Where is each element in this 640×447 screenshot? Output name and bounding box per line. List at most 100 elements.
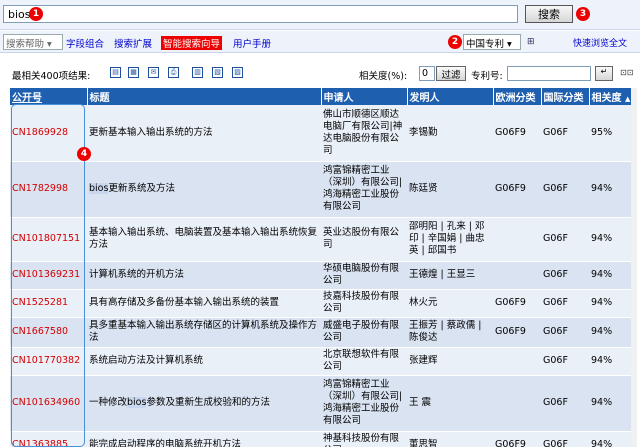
pubno-link[interactable]: CN1667580 (10, 317, 87, 347)
table-row: CN101369231 计算机系统的开机方法 华硕电脑股份有限公司 王德煌 | … (10, 261, 637, 289)
inventor-cell: 董思智 (407, 431, 493, 447)
sort-desc-icon: ▲ (625, 95, 630, 103)
col-header-pubno[interactable]: 公开号 (10, 88, 87, 105)
ipc-cell: G06F (541, 317, 589, 347)
table-row: CN1667580 具多重基本输入输出系统存储区的计算机系统及操作方法 威盛电子… (10, 317, 637, 347)
callout-badge-2: 2 (448, 35, 462, 49)
pubno-link[interactable]: CN1525281 (10, 289, 87, 317)
inventor-cell: 陈廷贤 (407, 161, 493, 217)
title-cell: bios更新系统及方法 (87, 161, 321, 217)
inventor-cell: 王 震 (407, 375, 493, 431)
view-detail-icon[interactable]: ▦ (128, 67, 139, 78)
go-icon[interactable]: ↵ (595, 66, 613, 81)
patent-no-label: 专利号: (471, 68, 503, 82)
result-count: 最相关400项结果: (12, 68, 90, 82)
print-icon[interactable]: ⎙ (168, 67, 179, 78)
pubno-link[interactable]: CN1869928 (10, 105, 87, 161)
ecla-cell: G06F9 (493, 317, 541, 347)
relevance-cell: 94% (589, 347, 637, 375)
table-header-row: 公开号 标题 申请人 发明人 欧洲分类 国际分类 相关度 ▲ (10, 88, 637, 105)
table-row: CN101770382 系统启动方法及计算机系统 北京联想软件有限公司 张建辉 … (10, 347, 637, 375)
link-search-extension[interactable]: 搜索扩展 (114, 36, 152, 50)
relevance-cell: 94% (589, 317, 637, 347)
link-user-manual[interactable]: 用户手册 (233, 36, 271, 50)
toolbar: 搜索帮助 ▾ 字段组合 搜索扩展 智能搜索向导 用户手册 2 中国专利 ▾ ⊞ … (0, 31, 640, 53)
callout-badge-3: 3 (576, 7, 590, 21)
email-icon[interactable]: ✉ (148, 67, 159, 78)
search-help-select[interactable]: 搜索帮助 ▾ (3, 34, 63, 50)
relevance-label: 相关度(%): (359, 68, 407, 82)
ecla-cell: G06F9 (493, 431, 541, 447)
export-icon[interactable]: ▨ (232, 67, 243, 78)
search-button[interactable]: 搜索 (525, 5, 573, 23)
title-cell: 能完成启动程序的电脑系统开机方法 (87, 431, 321, 447)
applicant-cell: 威盛电子股份有限公司 (321, 317, 407, 347)
link-field-combination[interactable]: 字段组合 (66, 36, 104, 50)
ecla-cell (493, 375, 541, 431)
ipc-cell: G06F (541, 289, 589, 317)
patent-no-input[interactable] (507, 66, 591, 81)
applicant-cell: 鸿富锦精密工业（深圳）有限公司|鸿海精密工业股份有限公司 (321, 161, 407, 217)
ipc-cell: G06F (541, 161, 589, 217)
expand-icon[interactable]: ⊡⊡ (620, 68, 633, 77)
link-smart-search-wizard[interactable]: 智能搜索向导 (161, 36, 222, 50)
col-header-applicant[interactable]: 申请人 (321, 88, 407, 105)
table-row: CN1869928 更新基本输入输出系统的方法 佛山市顺德区顺达电脑厂有限公司|… (10, 105, 637, 161)
pubno-link[interactable]: CN1782998 (10, 161, 87, 217)
col-header-inventor[interactable]: 发明人 (407, 88, 493, 105)
ipc-cell: G06F (541, 431, 589, 447)
title-cell: 具有高存储及多备份基本输入输出系统的装置 (87, 289, 321, 317)
pubno-link[interactable]: CN101369231 (10, 261, 87, 289)
highlight-term: bios (127, 397, 146, 408)
callout-badge-1: 1 (29, 7, 43, 21)
pubno-link[interactable]: CN101807151 (10, 217, 87, 261)
title-cell: 更新基本输入输出系统的方法 (87, 105, 321, 161)
applicant-cell: 神基科技股份有限公司 (321, 431, 407, 447)
table-row: CN1525281 具有高存储及多备份基本输入输出系统的装置 技嘉科技股份有限公… (10, 289, 637, 317)
search-bar: 1 搜索 3 (0, 0, 640, 30)
ecla-cell (493, 217, 541, 261)
settings-icon[interactable]: ⊞ (527, 37, 535, 47)
applicant-cell: 鸿富锦精密工业（深圳）有限公司|鸿海精密工业股份有限公司 (321, 375, 407, 431)
relevance-cell: 94% (589, 217, 637, 261)
col-header-relevance[interactable]: 相关度 ▲ (589, 88, 637, 105)
pubno-link[interactable]: CN101634960 (10, 375, 87, 431)
relevance-cell: 94% (589, 375, 637, 431)
ecla-cell: G06F9 (493, 105, 541, 161)
title-cell: 一种修改bios参数及重新生成校验和的方法 (87, 375, 321, 431)
callout-badge-4: 4 (77, 147, 91, 161)
applicant-cell: 佛山市顺德区顺达电脑厂有限公司|神达电脑股份有限公司 (321, 105, 407, 161)
bar-chart-icon[interactable]: ▥ (192, 67, 203, 78)
filter-button[interactable]: 过滤 (436, 66, 466, 81)
title-cell: 基本输入输出系统、电脑装置及基本输入输出系统恢复方法 (87, 217, 321, 261)
ipc-cell: G06F (541, 105, 589, 161)
applicant-cell: 北京联想软件有限公司 (321, 347, 407, 375)
inventor-cell: 林火元 (407, 289, 493, 317)
col-header-ipc[interactable]: 国际分类 (541, 88, 589, 105)
search-input[interactable] (3, 5, 518, 23)
pubno-link[interactable]: CN101770382 (10, 347, 87, 375)
col-header-title[interactable]: 标题 (87, 88, 321, 105)
relevance-cell: 94% (589, 161, 637, 217)
inventor-cell: 王振芳 | 蔡政儒 | 陈俊达 (407, 317, 493, 347)
title-cell: 具多重基本输入输出系统存储区的计算机系统及操作方法 (87, 317, 321, 347)
inventor-cell: 邵明阳 | 孔来 | 邓印 | 辛国娟 | 曲忠英 | 邱国书 (407, 217, 493, 261)
analysis-icon[interactable]: ▧ (212, 67, 223, 78)
relevance-cell: 94% (589, 261, 637, 289)
pubno-link[interactable]: CN1363885 (10, 431, 87, 447)
ipc-cell: G06F (541, 217, 589, 261)
ecla-cell: G06F9 (493, 161, 541, 217)
ipc-cell: G06F (541, 347, 589, 375)
table-row: CN1782998 bios更新系统及方法 鸿富锦精密工业（深圳）有限公司|鸿海… (10, 161, 637, 217)
link-fast-browse[interactable]: 快速浏览全文 (573, 36, 627, 49)
results-bar: 最相关400项结果: ▤ ▦ ✉ ⎙ ▥ ▧ ▨ 相关度(%): 过滤 专利号:… (0, 62, 640, 86)
ipc-cell: G06F (541, 375, 589, 431)
country-select[interactable]: 中国专利 ▾ (463, 34, 521, 50)
relevance-input[interactable] (419, 66, 435, 81)
view-list-icon[interactable]: ▤ (110, 67, 121, 78)
inventor-cell: 李锡勤 (407, 105, 493, 161)
table-row: CN101634960 一种修改bios参数及重新生成校验和的方法 鸿富锦精密工… (10, 375, 637, 431)
relevance-cell: 94% (589, 431, 637, 447)
col-header-ecla[interactable]: 欧洲分类 (493, 88, 541, 105)
scrollbar[interactable] (631, 88, 637, 447)
